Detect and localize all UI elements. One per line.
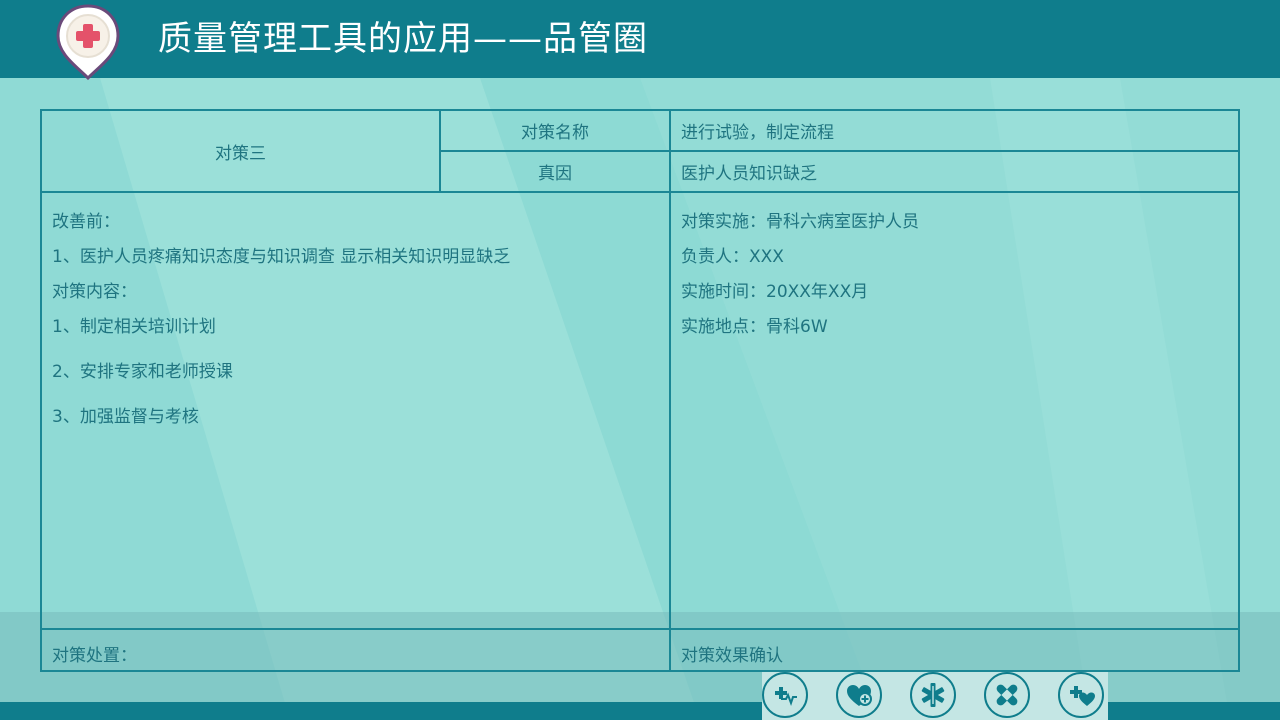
effect-confirmation-cell: 对策效果确认 [669, 628, 1240, 672]
before-and-content-cell: 改善前： 1、医护人员疼痛知识态度与知识调查 显示相关知识明显缺乏 对策内容： … [40, 191, 671, 630]
table-row: 改善前： 1、医护人员疼痛知识态度与知识调查 显示相关知识明显缺乏 对策内容： … [40, 191, 1240, 630]
disposal-cell: 对策处置： [40, 628, 671, 672]
content-heading: 对策内容： [52, 282, 137, 302]
measure-number-cell: 对策三 [40, 109, 441, 193]
countermeasure-table: 对策三 对策名称 进行试验，制定流程 真因 医护人员知识缺乏 改善前： 1、医护… [40, 109, 1240, 672]
header-bar: 质量管理工具的应用——品管圈 [0, 0, 1280, 81]
implementation-line: 负责人：XXX [681, 247, 784, 267]
medical-heart-icon [1058, 672, 1104, 718]
page-title: 质量管理工具的应用——品管圈 [158, 19, 648, 59]
measure-name-label: 对策名称 [439, 109, 671, 152]
table-row: 对策处置： 对策效果确认 [40, 628, 1240, 672]
measure-name-value: 进行试验，制定流程 [669, 109, 1240, 152]
root-cause-label: 真因 [439, 150, 671, 193]
content-item: 2、安排专家和老师授课 [52, 362, 233, 382]
medical-pulse-icon [762, 672, 808, 718]
star-of-life-icon [910, 672, 956, 718]
heart-plus-icon [836, 672, 882, 718]
content-item: 1、制定相关培训计划 [52, 317, 216, 337]
implementation-line: 实施地点：骨科6W [681, 317, 828, 337]
table-row: 对策三 对策名称 进行试验，制定流程 [40, 109, 1240, 193]
implementation-line: 实施时间：20XX年XX月 [681, 282, 869, 302]
bandage-icon [984, 672, 1030, 718]
root-cause-value: 医护人员知识缺乏 [669, 150, 1240, 193]
before-line: 1、医护人员疼痛知识态度与知识调查 显示相关知识明显缺乏 [52, 247, 511, 267]
implementation-line: 对策实施：骨科六病室医护人员 [681, 212, 919, 232]
before-heading: 改善前： [52, 212, 120, 232]
content-item: 3、加强监督与考核 [52, 407, 199, 427]
implementation-cell: 对策实施：骨科六病室医护人员 负责人：XXX 实施时间：20XX年XX月 实施地… [669, 191, 1240, 630]
medical-pin-logo-icon [56, 4, 120, 81]
